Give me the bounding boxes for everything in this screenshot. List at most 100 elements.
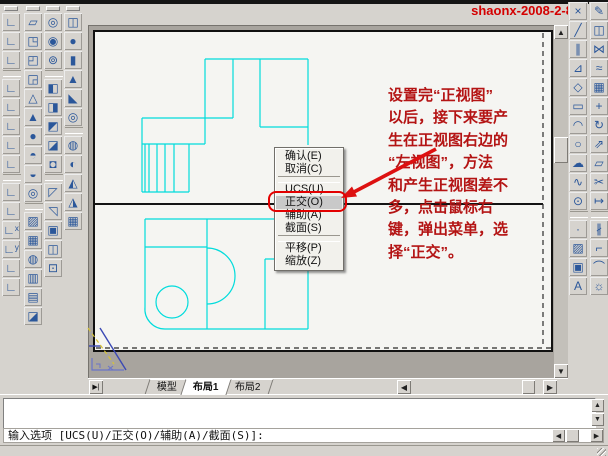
resize-grip[interactable] <box>597 448 606 456</box>
region-icon[interactable]: ▣ <box>569 258 587 276</box>
toolbar-separator[interactable] <box>3 174 21 181</box>
polygon-icon[interactable]: ◇ <box>569 78 587 96</box>
ucs-previous-icon[interactable]: ∟ <box>2 51 20 69</box>
ucs-icon[interactable]: ∟ <box>2 13 20 31</box>
union-icon[interactable]: ◎ <box>44 13 62 31</box>
vertical-scroll-thumb[interactable] <box>554 137 568 163</box>
spline-icon[interactable]: ∿ <box>569 173 587 191</box>
menu-item-confirm[interactable]: 确认(E) <box>276 150 342 163</box>
2d-solid-icon[interactable]: ▱ <box>24 13 42 31</box>
named-ucs-icon[interactable]: ∟ <box>2 32 20 50</box>
x-axis-rotate-ucs-icon[interactable]: ∟ˣ <box>2 221 20 239</box>
menu-separator[interactable] <box>278 176 340 183</box>
toolbar-separator[interactable] <box>3 70 21 77</box>
materials-icon[interactable]: ◍ <box>64 136 82 154</box>
3point-ucs-icon[interactable]: ∟ <box>2 136 20 154</box>
polyline-icon[interactable]: ⊿ <box>569 59 587 77</box>
toolbar-grip[interactable] <box>26 6 40 11</box>
cmd-hscroll-left-button[interactable]: ◀ <box>552 429 565 442</box>
ellipse-icon[interactable]: ⊙ <box>569 192 587 210</box>
cmd-scroll-down-button[interactable]: ▼ <box>591 413 604 426</box>
dome-icon[interactable]: ◓ <box>24 146 42 164</box>
rotate-faces-icon[interactable]: ◘ <box>44 155 62 173</box>
circle-icon[interactable]: ○ <box>569 135 587 153</box>
stretch-icon[interactable]: ▱ <box>590 154 608 172</box>
cmd-scroll-up-button[interactable]: ▲ <box>591 399 604 412</box>
imprint-icon[interactable]: ⊡ <box>44 259 62 277</box>
pyramid-icon[interactable]: △ <box>24 89 42 107</box>
vertical-scrollbar[interactable] <box>554 25 568 378</box>
copy-edges-icon[interactable]: ◫ <box>44 240 62 258</box>
tabulated-surface-icon[interactable]: ▥ <box>24 269 42 287</box>
copy-icon[interactable]: ◫ <box>590 21 608 39</box>
3d-face-icon[interactable]: ◳ <box>24 32 42 50</box>
menu-item-pan[interactable]: 平移(P) <box>276 242 342 255</box>
mirror-icon[interactable]: ⋈ <box>590 40 608 58</box>
text-icon[interactable]: A <box>569 277 587 295</box>
view-ucs-icon[interactable]: ∟ <box>2 202 20 220</box>
tab-layout1[interactable]: 布局1 <box>180 379 231 395</box>
menu-item-zoom[interactable]: 缩放(Z) <box>276 255 342 268</box>
apply-ucs-icon[interactable]: ∟ <box>2 278 20 296</box>
explode-icon[interactable]: ☼ <box>590 277 608 295</box>
rotate-icon[interactable]: ↻ <box>590 116 608 134</box>
cone-icon[interactable]: ▲ <box>64 70 82 88</box>
revolved-surface-icon[interactable]: ◍ <box>24 250 42 268</box>
offset-icon[interactable]: ≈ <box>590 59 608 77</box>
hscroll-left-button[interactable]: ◀ <box>397 380 411 394</box>
box-surface-icon[interactable]: ◰ <box>24 51 42 69</box>
subtract-icon[interactable]: ◉ <box>44 32 62 50</box>
delete-faces-icon[interactable]: ◪ <box>44 136 62 154</box>
cmd-hscroll-right-button[interactable]: ▶ <box>590 429 603 442</box>
mapping-icon[interactable]: ◮ <box>64 193 82 211</box>
torus-icon[interactable]: ◎ <box>64 108 82 126</box>
face-ucs-icon[interactable]: ∟ <box>2 183 20 201</box>
cylinder-icon[interactable]: ▮ <box>64 51 82 69</box>
chamfer-icon[interactable]: ⌐ <box>590 239 608 257</box>
command-prompt[interactable]: 输入选项 [UCS(U)/正交(O)/辅助(A)/截面(S)]: <box>3 428 604 443</box>
copy-faces-icon[interactable]: ◹ <box>44 202 62 220</box>
cmd-hscroll-thumb[interactable] <box>566 429 579 442</box>
intersect-icon[interactable]: ⊚ <box>44 51 62 69</box>
y-axis-rotate-ucs-icon[interactable]: ∟ʸ <box>2 240 20 258</box>
menu-item-cancel[interactable]: 取消(C) <box>276 163 342 176</box>
edge-icon[interactable]: ▨ <box>24 212 42 230</box>
3d-mesh-icon[interactable]: ▦ <box>24 231 42 249</box>
arc-icon[interactable]: ◠ <box>569 116 587 134</box>
extend-icon[interactable]: ↦ <box>590 192 608 210</box>
array-icon[interactable]: ▦ <box>590 78 608 96</box>
revision-cloud-icon[interactable]: ☁ <box>569 154 587 172</box>
z-axis-rotate-ucs-icon[interactable]: ∟ <box>2 259 20 277</box>
world-ucs-icon[interactable]: ∟ <box>2 79 20 97</box>
wedge-surface-icon[interactable]: ◲ <box>24 70 42 88</box>
scale-icon[interactable]: ⇗ <box>590 135 608 153</box>
wedge-icon[interactable]: ◣ <box>64 89 82 107</box>
construction-line-icon[interactable]: × <box>569 2 587 20</box>
toolbar-separator[interactable] <box>591 211 608 218</box>
move-faces-icon[interactable]: ◨ <box>44 98 62 116</box>
toolbar-separator[interactable] <box>45 70 63 77</box>
hide-icon[interactable]: ◫ <box>64 13 82 31</box>
break-icon[interactable]: ∦ <box>590 220 608 238</box>
torus-surface-icon[interactable]: ◎ <box>24 184 42 202</box>
ruled-surface-icon[interactable]: ▤ <box>24 288 42 306</box>
sphere-surface-icon[interactable]: ● <box>24 127 42 145</box>
trim-icon[interactable]: ✂ <box>590 173 608 191</box>
menu-separator[interactable] <box>278 235 340 242</box>
menu-item-section[interactable]: 截面(S) <box>276 222 342 235</box>
line-icon[interactable]: ╱ <box>569 21 587 39</box>
toolbar-grip[interactable] <box>66 6 80 11</box>
origin-ucs-icon[interactable]: ∟ <box>2 98 20 116</box>
scenes-icon[interactable]: ◭ <box>64 174 82 192</box>
color-faces-icon[interactable]: ▣ <box>44 221 62 239</box>
extrude-faces-icon[interactable]: ◧ <box>44 79 62 97</box>
edge-surface-icon[interactable]: ◪ <box>24 307 42 325</box>
render-icon[interactable]: ● <box>64 32 82 50</box>
offset-faces-icon[interactable]: ◩ <box>44 117 62 135</box>
toolbar-separator[interactable] <box>45 174 63 181</box>
zaxis-vector-ucs-icon[interactable]: ∟ <box>2 117 20 135</box>
tab-last-button[interactable]: ▶| <box>89 380 103 394</box>
hscroll-right-button[interactable]: ▶ <box>543 380 557 394</box>
toolbar-grip[interactable] <box>4 6 18 11</box>
toolbar-separator[interactable] <box>25 203 43 210</box>
